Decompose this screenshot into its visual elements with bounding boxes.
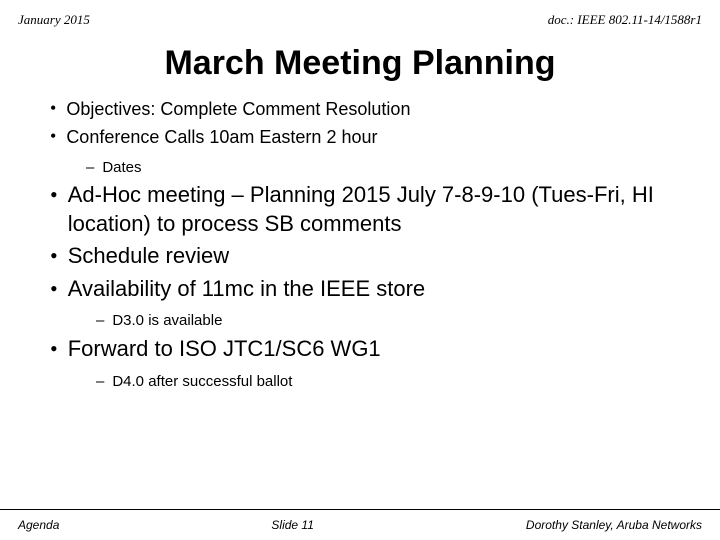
list-item: • Ad-Hoc meeting – Planning 2015 July 7-… <box>50 181 680 238</box>
sub-text: Dates <box>102 158 141 178</box>
list-item: • Conference Calls 10am Eastern 2 hour <box>50 125 680 149</box>
bullet-text: Ad-Hoc meeting – Planning 2015 July 7-8-… <box>68 181 680 238</box>
list-item: • Objectives: Complete Comment Resolutio… <box>50 97 680 121</box>
sub-dash-icon: – <box>96 373 104 390</box>
bullet-text: Objectives: Complete Comment Resolution <box>66 97 410 121</box>
bullet-text: Availability of 11mc in the IEEE store <box>68 275 425 304</box>
list-item: • Schedule review <box>50 242 680 271</box>
slide-container: January 2015 doc.: IEEE 802.11-14/1588r1… <box>0 0 720 540</box>
bullet-text: Schedule review <box>68 242 229 271</box>
sub-dash-icon: – <box>86 159 94 176</box>
slide-title: March Meeting Planning <box>0 34 720 97</box>
bullet-icon: • <box>50 336 58 362</box>
bullet-icon: • <box>50 126 56 147</box>
bullet-text: Conference Calls 10am Eastern 2 hour <box>66 125 377 149</box>
slide-header: January 2015 doc.: IEEE 802.11-14/1588r1 <box>0 0 720 34</box>
sub-item: – D3.0 is available <box>96 311 680 331</box>
bullet-icon: • <box>50 243 58 269</box>
bullet-icon: • <box>50 276 58 302</box>
slide-content: • Objectives: Complete Comment Resolutio… <box>0 97 720 509</box>
bullet-icon: • <box>50 98 56 119</box>
bullet-icon: • <box>50 182 58 208</box>
list-item: • Availability of 11mc in the IEEE store <box>50 275 680 304</box>
sub-item: – Dates <box>86 158 680 178</box>
bullet-text: Forward to ISO JTC1/SC6 WG1 <box>68 335 381 364</box>
header-doc: doc.: IEEE 802.11-14/1588r1 <box>548 12 702 28</box>
footer-left: Agenda <box>18 518 59 532</box>
slide-footer: Agenda Slide 11 Dorothy Stanley, Aruba N… <box>0 509 720 540</box>
header-date: January 2015 <box>18 12 90 28</box>
footer-right: Dorothy Stanley, Aruba Networks <box>526 518 702 532</box>
sub-item: – D4.0 after successful ballot <box>96 372 680 392</box>
list-item: • Forward to ISO JTC1/SC6 WG1 <box>50 335 680 364</box>
sub-dash-icon: – <box>96 312 104 329</box>
sub-text: D4.0 after successful ballot <box>112 372 292 392</box>
sub-text: D3.0 is available <box>112 311 222 331</box>
footer-center: Slide 11 <box>271 518 313 532</box>
